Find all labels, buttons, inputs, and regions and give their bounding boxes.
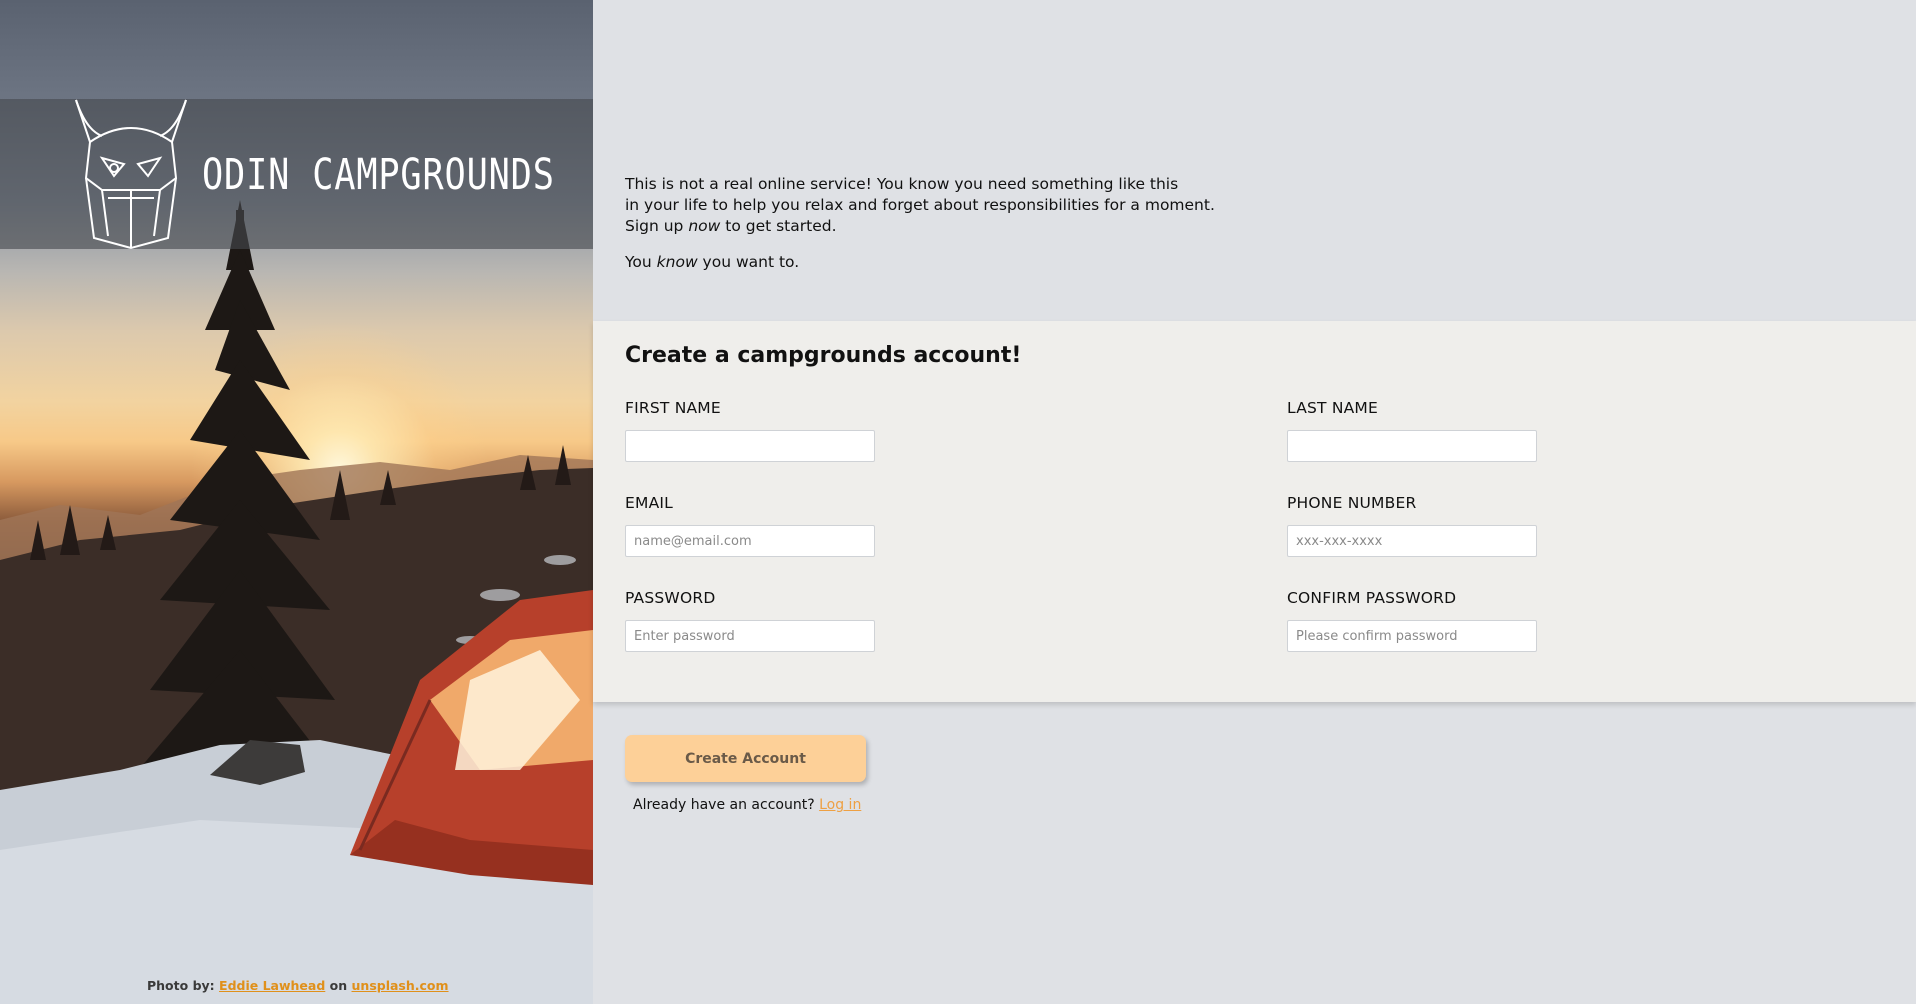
first-name-group: FIRST NAME xyxy=(625,398,885,462)
intro-paragraph-2: You know you want to. xyxy=(625,252,1325,273)
phone-field[interactable] xyxy=(1287,525,1537,557)
phone-group: PHONE NUMBER xyxy=(1287,493,1547,557)
first-name-field[interactable] xyxy=(625,430,875,462)
login-prompt: Already have an account? Log in xyxy=(633,797,861,813)
first-name-label: FIRST NAME xyxy=(625,399,721,417)
intro-paragraph-1: This is not a real online service! You k… xyxy=(625,174,1325,237)
password-field[interactable] xyxy=(625,620,875,652)
credit-middle: on xyxy=(329,978,348,993)
photo-credit: Photo by: Eddie Lawhead on unsplash.com xyxy=(147,978,449,993)
confirm-password-group: CONFIRM PASSWORD xyxy=(1287,588,1547,652)
hero-photo-panel: ODIN CAMPGROUNDS Photo by: Eddie Lawhead… xyxy=(0,0,593,1004)
intro-line-3-em: now xyxy=(688,217,721,235)
create-account-button[interactable]: Create Account xyxy=(625,735,866,782)
credit-author-link[interactable]: Eddie Lawhead xyxy=(219,978,325,993)
intro-line-3-post: to get started. xyxy=(720,217,837,235)
email-label: EMAIL xyxy=(625,494,673,512)
login-link[interactable]: Log in xyxy=(819,797,861,813)
password-label: PASSWORD xyxy=(625,589,716,607)
confirm-password-field[interactable] xyxy=(1287,620,1537,652)
email-field[interactable] xyxy=(625,525,875,557)
signup-form: Create a campgrounds account! FIRST NAME… xyxy=(593,321,1916,702)
intro-p2-pre: You xyxy=(625,253,657,271)
intro-p2-post: you want to. xyxy=(697,253,800,271)
last-name-label: LAST NAME xyxy=(1287,399,1378,417)
intro-line-1: This is not a real online service! You k… xyxy=(625,175,1179,193)
login-prompt-text: Already have an account? xyxy=(633,797,815,813)
intro-text: This is not a real online service! You k… xyxy=(625,174,1325,273)
email-group: EMAIL xyxy=(625,493,885,557)
credit-prefix: Photo by: xyxy=(147,978,215,993)
confirm-password-label: CONFIRM PASSWORD xyxy=(1287,589,1457,607)
last-name-field[interactable] xyxy=(1287,430,1537,462)
intro-line-2: in your life to help you relax and forge… xyxy=(625,196,1215,214)
intro-line-3-pre: Sign up xyxy=(625,217,689,235)
credit-site-link[interactable]: unsplash.com xyxy=(352,978,449,993)
last-name-group: LAST NAME xyxy=(1287,398,1547,462)
phone-label: PHONE NUMBER xyxy=(1287,494,1417,512)
intro-p2-em: know xyxy=(656,253,698,271)
brand-title: ODIN CAMPGROUNDS xyxy=(202,150,555,200)
password-group: PASSWORD xyxy=(625,588,885,652)
form-title: Create a campgrounds account! xyxy=(625,343,1022,368)
viking-helmet-icon xyxy=(75,99,187,250)
